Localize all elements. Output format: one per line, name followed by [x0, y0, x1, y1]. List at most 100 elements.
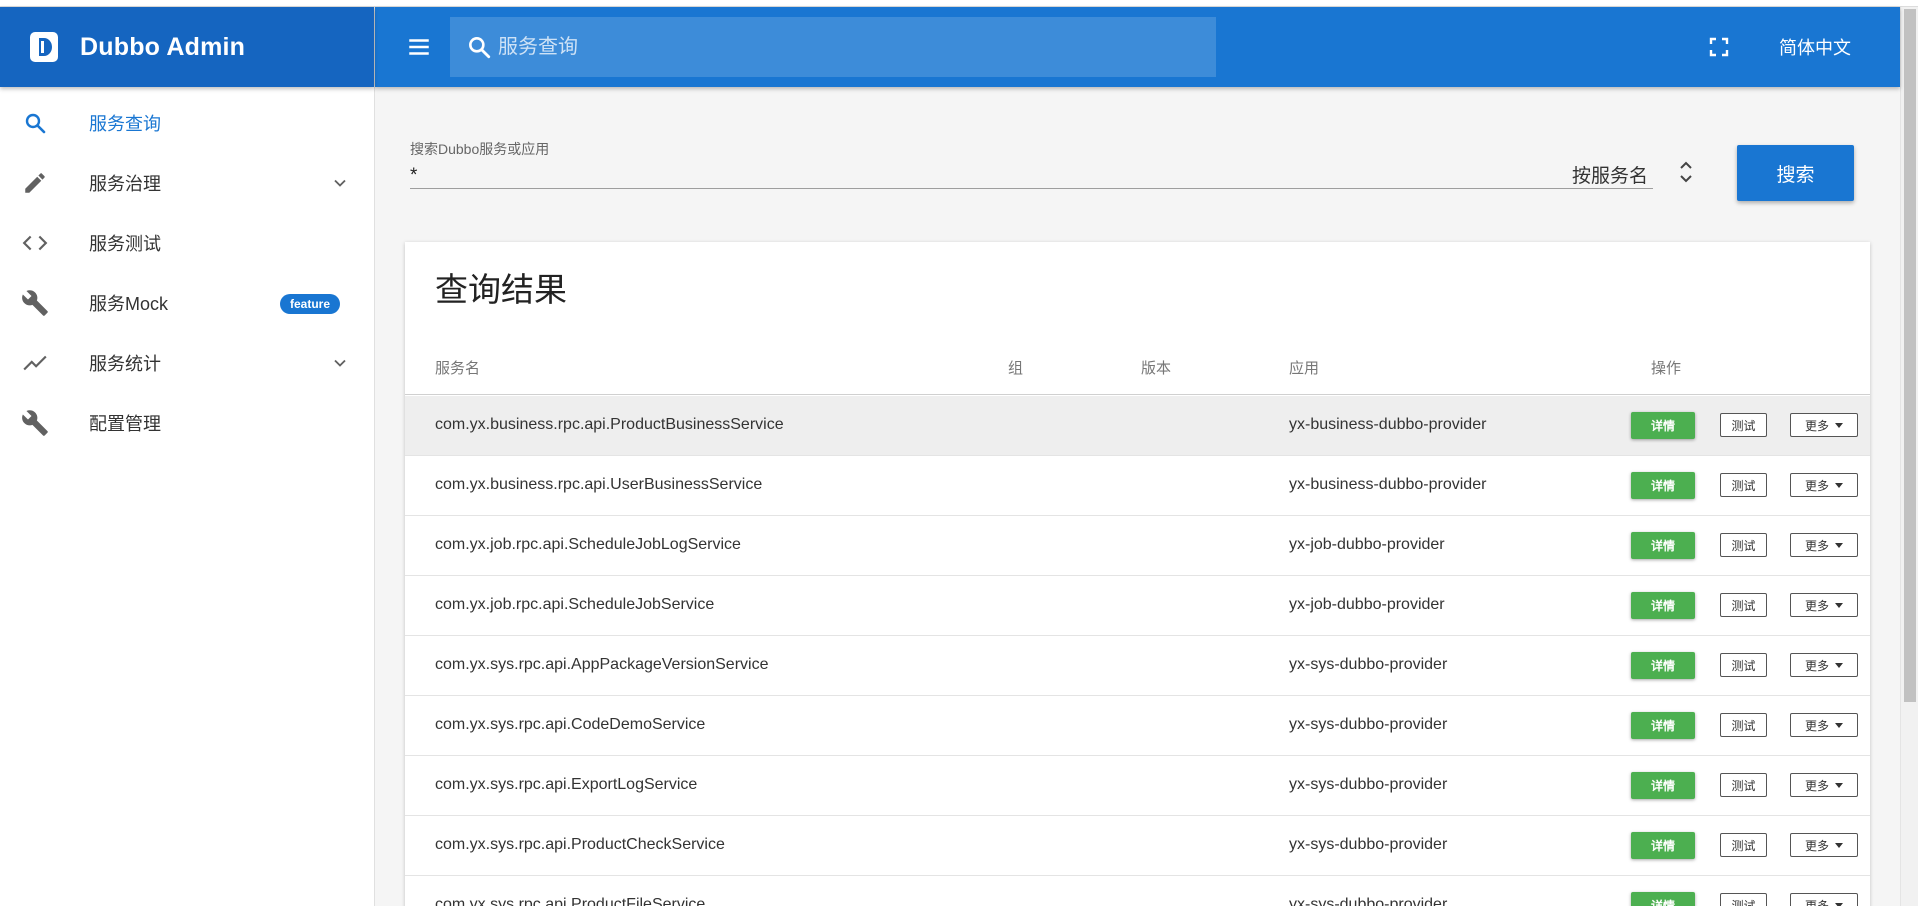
detail-button[interactable]: 详情	[1631, 772, 1695, 799]
detail-button[interactable]: 详情	[1631, 532, 1695, 559]
more-button-label: 更多	[1804, 478, 1829, 493]
service-name-cell: com.yx.sys.rpc.api.ProductFileService	[435, 896, 706, 906]
more-button-label: 更多	[1804, 538, 1829, 553]
service-name-cell: com.yx.sys.rpc.api.CodeDemoService	[435, 716, 706, 733]
sidebar: Dubbo Admin 服务查询 服务治理 服务测试 服务Mock featur…	[0, 7, 375, 906]
detail-button[interactable]: 详情	[1631, 712, 1695, 739]
test-button[interactable]: 测试	[1720, 833, 1767, 857]
table-row: com.yx.sys.rpc.api.CodeDemoService yx-sys…	[405, 696, 1870, 756]
test-button[interactable]: 测试	[1720, 893, 1767, 906]
more-button-label: 更多	[1804, 598, 1829, 613]
caret-down-icon	[1835, 422, 1843, 428]
wrench-icon	[20, 288, 50, 318]
global-search[interactable]	[450, 17, 1216, 77]
service-name-cell: com.yx.business.rpc.api.ProductBusinessS…	[435, 416, 784, 433]
search-icon	[466, 34, 492, 60]
more-button[interactable]: 更多	[1790, 413, 1858, 437]
table-row: com.yx.business.rpc.api.ProductBusinessS…	[405, 396, 1870, 456]
more-button-label: 更多	[1804, 898, 1829, 906]
table-row: com.yx.sys.rpc.api.ProductFileService yx-…	[405, 876, 1870, 906]
detail-button[interactable]: 详情	[1631, 472, 1695, 499]
sidebar-item-label: 配置管理	[89, 414, 161, 434]
service-search-field[interactable]: 搜索Dubbo服务或应用 *	[410, 139, 1653, 189]
sidebar-item-service-governance[interactable]: 服务治理	[0, 153, 374, 213]
more-button[interactable]: 更多	[1790, 713, 1858, 737]
sidebar-item-service-search[interactable]: 服务查询	[0, 93, 374, 153]
more-button-label: 更多	[1804, 418, 1829, 433]
caret-down-icon	[1835, 782, 1843, 788]
more-button-label: 更多	[1804, 838, 1829, 853]
table-row: com.yx.sys.rpc.api.ExportLogService yx-sy…	[405, 756, 1870, 816]
language-switcher[interactable]: 简体中文	[1779, 34, 1851, 60]
service-name-cell: com.yx.sys.rpc.api.ExportLogService	[435, 776, 698, 793]
more-button[interactable]: 更多	[1790, 893, 1858, 906]
column-header-version[interactable]: 版本	[1141, 357, 1171, 378]
column-header-service[interactable]: 服务名	[435, 357, 480, 378]
table-row: com.yx.job.rpc.api.ScheduleJobService yx-…	[405, 576, 1870, 636]
service-name-cell: com.yx.sys.rpc.api.AppPackageVersionServ…	[435, 656, 769, 673]
sidebar-item-service-statistics[interactable]: 服务统计	[0, 333, 374, 393]
more-button[interactable]: 更多	[1790, 593, 1858, 617]
detail-button[interactable]: 详情	[1631, 592, 1695, 619]
page-scrollbar[interactable]	[1900, 7, 1918, 906]
more-button[interactable]: 更多	[1790, 773, 1858, 797]
test-button[interactable]: 测试	[1720, 413, 1767, 437]
fullscreen-icon[interactable]	[1707, 35, 1731, 59]
more-button[interactable]: 更多	[1790, 473, 1858, 497]
chevron-down-icon[interactable]	[330, 173, 350, 198]
feature-badge: feature	[280, 294, 341, 314]
dubbo-logo-icon	[30, 32, 58, 62]
more-button[interactable]: 更多	[1790, 653, 1858, 677]
detail-button[interactable]: 详情	[1631, 832, 1695, 859]
detail-button[interactable]: 详情	[1631, 652, 1695, 679]
window-top-edge	[0, 0, 1918, 7]
sidebar-item-label: 服务查询	[89, 114, 161, 134]
scrollbar-thumb[interactable]	[1904, 9, 1916, 702]
caret-down-icon	[1835, 542, 1843, 548]
app-title: Dubbo Admin	[80, 32, 246, 61]
more-button-label: 更多	[1804, 658, 1829, 673]
table-row: com.yx.sys.rpc.api.ProductCheckService yx…	[405, 816, 1870, 876]
more-button[interactable]: 更多	[1790, 833, 1858, 857]
table-row: com.yx.job.rpc.api.ScheduleJobLogService…	[405, 516, 1870, 576]
chevron-down-icon[interactable]	[330, 353, 350, 378]
caret-down-icon	[1835, 722, 1843, 728]
sidebar-item-service-test[interactable]: 服务测试	[0, 213, 374, 273]
test-button[interactable]: 测试	[1720, 713, 1767, 737]
app-name-cell: yx-sys-dubbo-provider	[1289, 776, 1448, 793]
global-search-input[interactable]	[498, 35, 1098, 59]
column-header-ops: 操作	[1651, 360, 1682, 377]
column-header-group[interactable]: 组	[1008, 357, 1023, 378]
app-name-cell: yx-sys-dubbo-provider	[1289, 836, 1448, 853]
app-name-cell: yx-sys-dubbo-provider	[1289, 896, 1448, 906]
app-name-cell: yx-sys-dubbo-provider	[1289, 716, 1448, 733]
menu-icon[interactable]	[405, 33, 433, 61]
unfold-icon[interactable]	[1678, 157, 1694, 187]
test-button[interactable]: 测试	[1720, 593, 1767, 617]
more-button[interactable]: 更多	[1790, 533, 1858, 557]
sidebar-item-label: 服务治理	[89, 174, 161, 194]
test-button[interactable]: 测试	[1720, 473, 1767, 497]
app-name-cell: yx-job-dubbo-provider	[1289, 536, 1445, 553]
trending-up-icon	[20, 348, 50, 378]
pencil-icon	[20, 168, 50, 198]
app-name-cell: yx-business-dubbo-provider	[1289, 476, 1487, 493]
search-field-value[interactable]: *	[410, 165, 417, 187]
test-button[interactable]: 测试	[1720, 533, 1767, 557]
column-header-app[interactable]: 应用	[1289, 357, 1319, 378]
caret-down-icon	[1835, 842, 1843, 848]
brand-header[interactable]: Dubbo Admin	[0, 7, 374, 87]
detail-button[interactable]: 详情	[1631, 892, 1695, 906]
table-row: com.yx.sys.rpc.api.AppPackageVersionServ…	[405, 636, 1870, 696]
search-button[interactable]: 搜索	[1737, 145, 1854, 201]
test-button[interactable]: 测试	[1720, 653, 1767, 677]
table-row: com.yx.business.rpc.api.UserBusinessServ…	[405, 456, 1870, 516]
test-button[interactable]: 测试	[1720, 773, 1767, 797]
code-icon	[20, 228, 50, 258]
detail-button[interactable]: 详情	[1631, 412, 1695, 439]
app-name-cell: yx-business-dubbo-provider	[1289, 416, 1487, 433]
service-name-cell: com.yx.business.rpc.api.UserBusinessServ…	[435, 476, 763, 493]
sidebar-item-config-management[interactable]: 配置管理	[0, 393, 374, 453]
search-mode-select[interactable]: 按服务名	[1572, 161, 1648, 188]
sidebar-item-service-mock[interactable]: 服务Mock feature	[0, 273, 374, 333]
